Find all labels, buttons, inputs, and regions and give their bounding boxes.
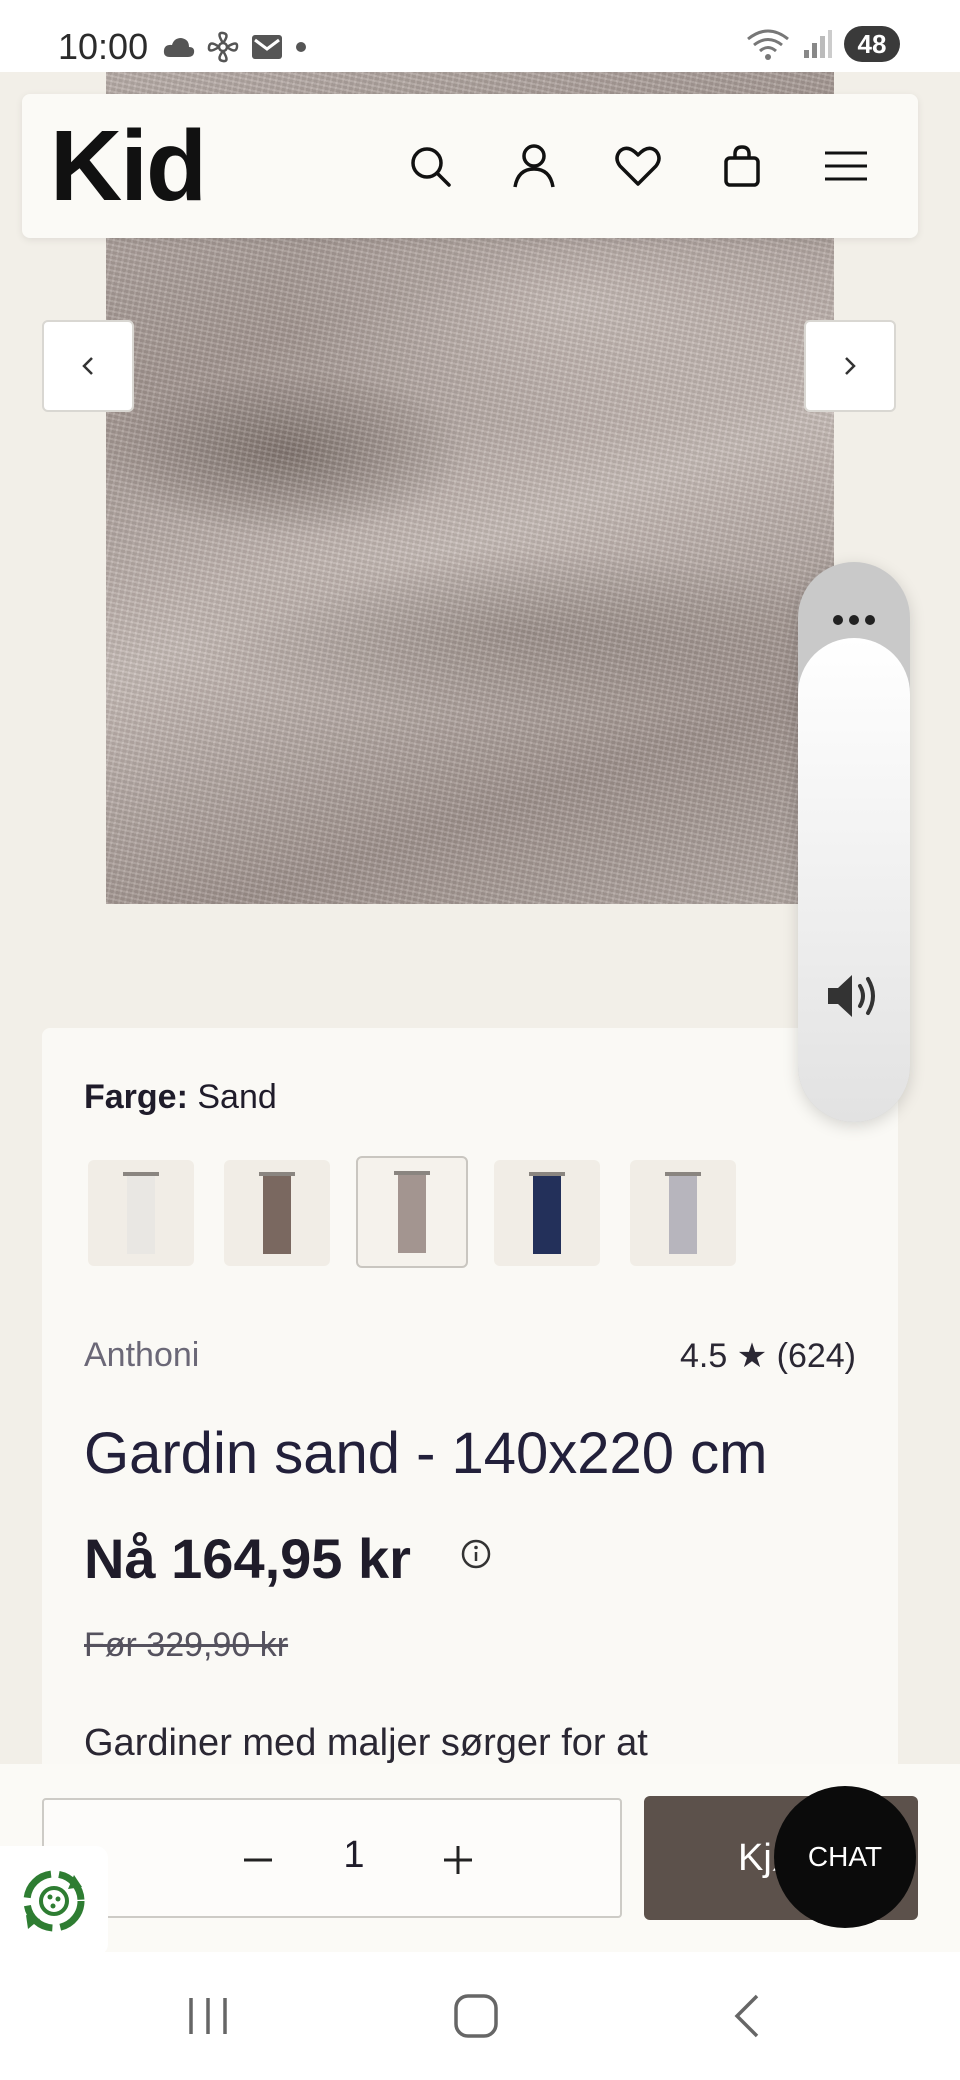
battery-indicator: 48 xyxy=(844,26,900,62)
price-prefix: Nå xyxy=(84,1527,156,1590)
curtain-thumbnail xyxy=(394,1171,430,1253)
status-icons-left xyxy=(162,30,308,64)
gallery-prev-button[interactable] xyxy=(42,320,134,412)
recycle-icon xyxy=(23,1870,85,1932)
color-label: Farge: Sand xyxy=(84,1078,277,1117)
system-nav-bar xyxy=(0,1952,960,2080)
logo[interactable]: Kid xyxy=(50,116,207,216)
swatch-navy[interactable] xyxy=(494,1160,600,1266)
product-title: Gardin sand - 140x220 cm xyxy=(84,1421,768,1486)
menu-icon[interactable] xyxy=(818,138,874,194)
curtain-thumbnail xyxy=(123,1172,159,1254)
dot-icon xyxy=(296,42,306,52)
heart-icon[interactable] xyxy=(610,138,666,194)
search-icon[interactable] xyxy=(402,138,458,194)
color-value: Sand xyxy=(197,1078,277,1116)
product-rating[interactable]: 4.5 ★ (624) xyxy=(680,1336,856,1376)
quantity-value[interactable]: 1 xyxy=(324,1834,384,1877)
account-icon[interactable] xyxy=(506,138,562,194)
mail-icon xyxy=(252,35,282,59)
status-icons-right: 48 xyxy=(746,26,900,62)
current-price: Nå 164,95 kr xyxy=(84,1526,411,1591)
back-icon[interactable] xyxy=(716,1986,776,2046)
status-bar: 10:00 48 xyxy=(0,0,960,72)
chat-button[interactable]: CHAT xyxy=(774,1786,916,1928)
chevron-left-icon xyxy=(82,357,93,375)
swatch-grey[interactable] xyxy=(630,1160,736,1266)
info-icon[interactable] xyxy=(460,1538,492,1570)
gallery-next-button[interactable] xyxy=(804,320,896,412)
home-icon[interactable] xyxy=(446,1986,506,2046)
cloud-icon xyxy=(163,38,195,57)
volume-slider[interactable] xyxy=(798,638,910,1122)
price-value: 164,95 kr xyxy=(171,1527,411,1590)
minus-icon xyxy=(244,1858,272,1862)
volume-panel xyxy=(798,562,910,1122)
quantity-stepper: 1 xyxy=(42,1798,622,1918)
speaker-icon[interactable] xyxy=(824,968,884,1024)
bag-icon[interactable] xyxy=(714,138,770,194)
decrease-quantity-button[interactable] xyxy=(234,1836,282,1884)
curtain-thumbnail xyxy=(529,1172,565,1254)
curtain-thumbnail xyxy=(665,1172,701,1254)
increase-quantity-button[interactable] xyxy=(434,1836,482,1884)
chevron-right-icon xyxy=(845,357,856,375)
curtain-thumbnail xyxy=(259,1172,295,1254)
product-card xyxy=(42,1028,898,1788)
brand-name[interactable]: Anthoni xyxy=(84,1336,199,1375)
signal-icon xyxy=(804,30,832,58)
site-header: Kid xyxy=(22,94,918,238)
plus-icon xyxy=(444,1846,472,1874)
swatch-sand[interactable] xyxy=(356,1156,468,1268)
eco-badge[interactable] xyxy=(0,1846,108,1956)
recent-apps-icon[interactable] xyxy=(178,1986,238,2046)
wifi-icon xyxy=(747,29,789,60)
swatch-white[interactable] xyxy=(88,1160,194,1266)
color-label-title: Farge: xyxy=(84,1078,188,1116)
status-time: 10:00 xyxy=(58,26,149,67)
product-description: Gardiner med maljer sørger for at xyxy=(84,1722,648,1764)
old-price: Før 329,90 kr xyxy=(84,1626,289,1664)
fan-icon xyxy=(207,31,239,63)
swatch-brown[interactable] xyxy=(224,1160,330,1266)
